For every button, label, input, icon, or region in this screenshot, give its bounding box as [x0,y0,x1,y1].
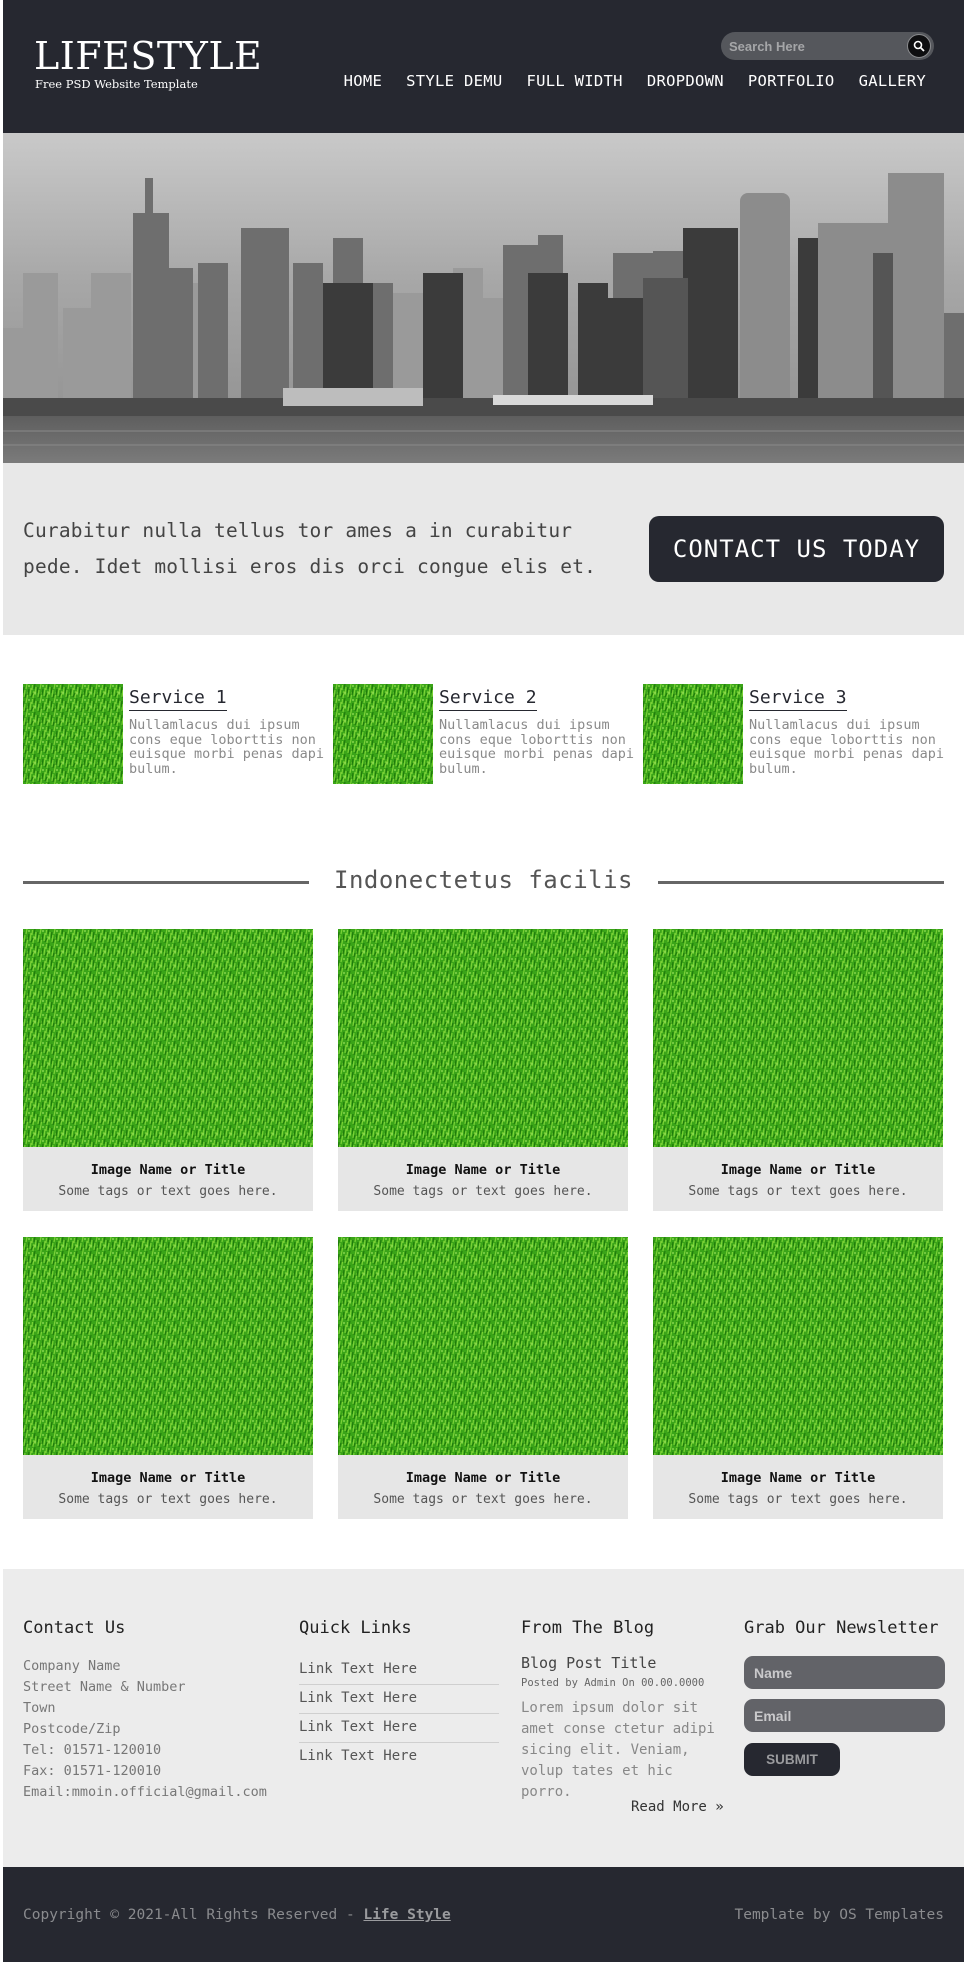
copyright-text: Copyright © 2021-All Rights Reserved - L… [23,1907,451,1923]
gallery-caption: Image Name or Title Some tags or text go… [653,1455,943,1519]
gallery-image[interactable] [23,1237,313,1455]
gallery-card[interactable]: Image Name or Title Some tags or text go… [23,1237,313,1519]
gallery-caption: Image Name or Title Some tags or text go… [338,1455,628,1519]
gallery-item-title: Image Name or Title [720,1470,876,1486]
service-text: Nullamlacus dui ipsum cons eque lobortti… [439,717,635,777]
gallery-card[interactable]: Image Name or Title Some tags or text go… [338,929,628,1211]
contact-line: Company Name [23,1658,121,1674]
gallery-caption: Image Name or Title Some tags or text go… [23,1455,313,1519]
service-card: Service 2 Nullamlacus dui ipsum cons equ… [333,684,634,784]
newsletter-name-input[interactable] [744,1656,945,1689]
blog-post-meta: Posted by Admin On 00.00.0000 [521,1677,705,1689]
gallery-card[interactable]: Image Name or Title Some tags or text go… [653,1237,943,1519]
quick-link[interactable]: Link Text Here [299,1690,417,1706]
gallery-caption: Image Name or Title Some tags or text go… [338,1147,628,1211]
contact-line: Town [23,1700,56,1716]
search-button[interactable] [907,34,931,58]
logo-subtitle: Free PSD Website Template [35,77,198,91]
contact-heading: Contact Us [23,1618,126,1638]
search-icon [913,40,925,52]
read-more-link[interactable]: Read More » [631,1799,724,1815]
site-header: LIFESTYLE Free PSD Website Template HOME… [3,0,964,133]
copyright-prefix: Copyright © 2021-All Rights Reserved - [23,1907,364,1923]
nav-gallery[interactable]: GALLERY [859,72,926,90]
contact-email[interactable]: Email:mmoin.official@gmail.com [23,1784,267,1800]
service-title[interactable]: Service 1 [129,687,227,711]
contact-line: Postcode/Zip [23,1721,121,1737]
copyright-link[interactable]: Life Style [363,1907,450,1923]
blog-heading: From The Blog [521,1618,655,1638]
nav-home[interactable]: HOME [344,72,383,90]
copyright-bar: Copyright © 2021-All Rights Reserved - L… [3,1867,964,1962]
gallery-item-subtitle: Some tags or text goes here. [688,1184,908,1199]
quick-link-divider [299,1742,499,1743]
gallery-caption: Image Name or Title Some tags or text go… [653,1147,943,1211]
gallery-item-subtitle: Some tags or text goes here. [373,1492,593,1507]
gallery-image[interactable] [338,929,628,1147]
gallery-item-subtitle: Some tags or text goes here. [58,1492,278,1507]
service-thumbnail [643,684,743,784]
gallery-caption: Image Name or Title Some tags or text go… [23,1147,313,1211]
gallery-card[interactable]: Image Name or Title Some tags or text go… [23,929,313,1211]
nav-portfolio[interactable]: PORTFOLIO [748,72,835,90]
nav-dropdown[interactable]: DROPDOWN [647,72,724,90]
service-title[interactable]: Service 2 [439,687,537,711]
contact-us-button[interactable]: CONTACT US TODAY [649,516,944,582]
gallery-item-title: Image Name or Title [720,1162,876,1178]
logo-title[interactable]: LIFESTYLE [34,36,262,76]
newsletter-submit-button[interactable]: SUBMIT [744,1743,840,1776]
service-card: Service 1 Nullamlacus dui ipsum cons equ… [23,684,324,784]
gallery-item-subtitle: Some tags or text goes here. [688,1492,908,1507]
service-thumbnail [333,684,433,784]
contact-phone: Tel: 01571-120010 [23,1742,162,1758]
gallery-image[interactable] [653,929,943,1147]
newsletter-heading: Grab Our Newsletter [744,1618,939,1638]
gallery-item-subtitle: Some tags or text goes here. [373,1184,593,1199]
gallery-image[interactable] [338,1237,628,1455]
gallery-item-title: Image Name or Title [405,1470,561,1486]
service-thumbnail [23,684,123,784]
search-box [721,32,934,60]
service-text: Nullamlacus dui ipsum cons eque lobortti… [129,717,325,777]
quick-link[interactable]: Link Text Here [299,1719,417,1735]
hero-image [3,133,964,463]
gallery-item-title: Image Name or Title [405,1162,561,1178]
city-skyline-image [3,173,964,463]
service-text: Nullamlacus dui ipsum cons eque lobortti… [749,717,945,777]
callout-text: Curabitur nulla tellus tor ames a in cur… [23,519,597,578]
contact-fax: Fax: 01571-120010 [23,1763,162,1779]
newsletter-email-input[interactable] [744,1699,945,1732]
gallery-image[interactable] [23,929,313,1147]
nav-full-width[interactable]: FULL WIDTH [526,72,622,90]
template-credit: Template by OS Templates [734,1907,944,1923]
quick-link-divider [299,1713,499,1714]
heading-divider-right [658,881,944,884]
nav-style-demo[interactable]: STYLE DEMU [406,72,502,90]
contact-line: Street Name & Number [23,1679,186,1695]
gallery-image[interactable] [653,1237,943,1455]
quick-link[interactable]: Link Text Here [299,1748,417,1764]
page: LIFESTYLE Free PSD Website Template HOME… [3,0,964,1962]
gallery-heading: Indonectetus facilis [334,866,633,894]
gallery-item-subtitle: Some tags or text goes here. [58,1184,278,1199]
service-title[interactable]: Service 3 [749,687,847,711]
gallery-card[interactable]: Image Name or Title Some tags or text go… [338,1237,628,1519]
gallery-item-title: Image Name or Title [90,1162,246,1178]
quick-link[interactable]: Link Text Here [299,1661,417,1677]
main-nav: HOME STYLE DEMU FULL WIDTH DROPDOWN PORT… [344,72,926,90]
gallery-item-title: Image Name or Title [90,1470,246,1486]
gallery-card[interactable]: Image Name or Title Some tags or text go… [653,929,943,1211]
quick-link-divider [299,1684,499,1685]
service-card: Service 3 Nullamlacus dui ipsum cons equ… [643,684,944,784]
blog-post-title[interactable]: Blog Post Title [521,1654,656,1672]
search-input[interactable] [721,32,901,60]
blog-post-excerpt: Lorem ipsum dolor sit amet conse ctetur … [521,1700,715,1800]
quick-links-heading: Quick Links [299,1618,412,1638]
